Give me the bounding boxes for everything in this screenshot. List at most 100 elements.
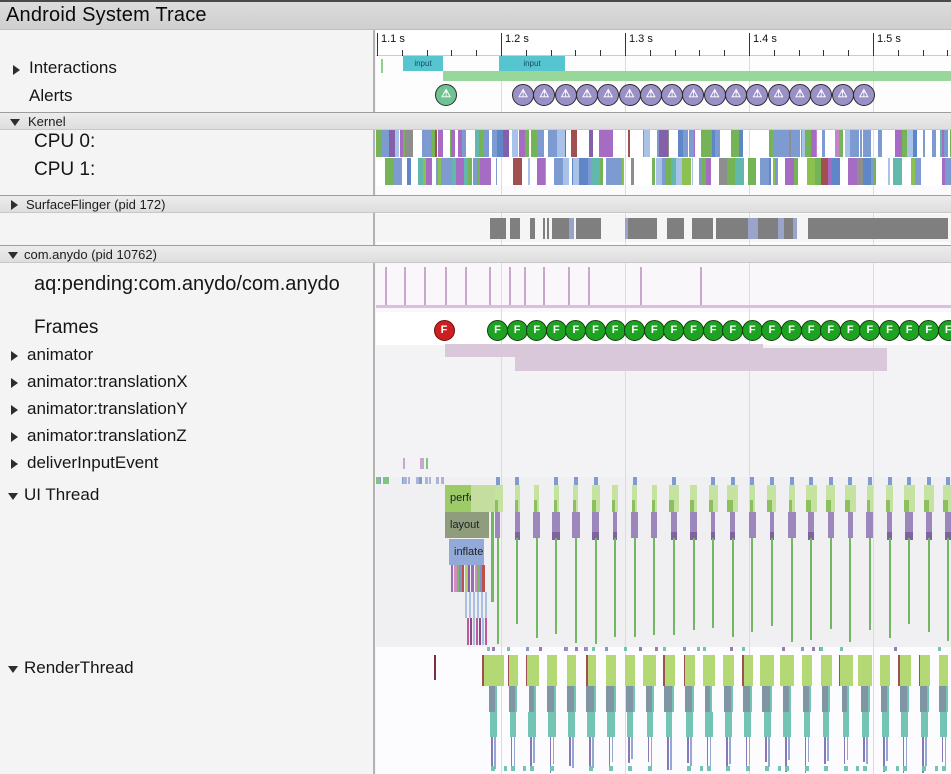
ui-stack-bottom[interactable] bbox=[482, 618, 484, 645]
cpu-slice[interactable] bbox=[860, 130, 862, 157]
cpu-slice[interactable] bbox=[735, 158, 744, 185]
cpu-slice[interactable] bbox=[525, 130, 529, 157]
cpu-slice[interactable] bbox=[760, 158, 769, 185]
cpu-slice[interactable] bbox=[565, 130, 566, 157]
cpu-slice[interactable] bbox=[895, 130, 902, 157]
rt-frame-teal[interactable] bbox=[627, 712, 633, 737]
rt-frame-teal[interactable] bbox=[843, 712, 849, 737]
ui-stack-bottom[interactable] bbox=[485, 618, 487, 645]
cpu-slice[interactable] bbox=[537, 158, 545, 185]
sf-slice[interactable] bbox=[731, 218, 739, 239]
sf-slice[interactable] bbox=[587, 218, 597, 239]
alert-badge[interactable]: ⚠ bbox=[832, 84, 854, 106]
ui-stack-col[interactable] bbox=[477, 592, 479, 618]
frame-badge[interactable]: F bbox=[899, 320, 920, 341]
sidebar-item-alerts[interactable]: Alerts bbox=[0, 86, 375, 112]
sf-slice[interactable] bbox=[569, 218, 574, 239]
alert-badge[interactable]: ⚠ bbox=[853, 84, 875, 106]
cpu-slice[interactable] bbox=[822, 130, 825, 157]
ui-frame-purple[interactable] bbox=[848, 512, 853, 538]
cpu-slice[interactable] bbox=[422, 130, 431, 157]
deliver-input-tick[interactable] bbox=[426, 458, 428, 469]
ui-stack-stripe[interactable] bbox=[451, 565, 453, 592]
cpu-slice[interactable] bbox=[628, 130, 630, 157]
aq-event-line[interactable] bbox=[700, 267, 702, 305]
cpu-slice[interactable] bbox=[888, 158, 890, 185]
sf-slice[interactable] bbox=[654, 218, 657, 239]
frame-badge[interactable]: F bbox=[526, 320, 547, 341]
aq-event-line[interactable] bbox=[404, 267, 406, 305]
cpu-slice[interactable] bbox=[816, 130, 817, 157]
frame-badge[interactable]: F bbox=[683, 320, 704, 341]
frame-badge[interactable]: F bbox=[840, 320, 861, 341]
cpu-slice[interactable] bbox=[456, 158, 464, 185]
sf-slice[interactable] bbox=[902, 218, 912, 239]
ui-stack-bottom[interactable] bbox=[479, 618, 481, 645]
cpu-slice[interactable] bbox=[599, 130, 606, 157]
rt-frame-teal[interactable] bbox=[882, 712, 889, 737]
ui-stack-bottom[interactable] bbox=[470, 618, 472, 645]
sf-slice[interactable] bbox=[832, 218, 839, 239]
rt-frame-teal[interactable] bbox=[490, 712, 497, 737]
alert-badge[interactable]: ⚠ bbox=[704, 84, 726, 106]
cpu-slice[interactable] bbox=[438, 130, 443, 157]
cpu-slice[interactable] bbox=[600, 158, 603, 185]
cpu-slice[interactable] bbox=[807, 158, 815, 185]
ui-stack-col[interactable] bbox=[465, 592, 467, 618]
ui-frame-purple[interactable] bbox=[572, 512, 580, 538]
rt-frame-teal[interactable] bbox=[940, 712, 947, 737]
cpu-slice[interactable] bbox=[694, 130, 695, 157]
cpu-slice[interactable] bbox=[451, 130, 455, 157]
sf-slice[interactable] bbox=[597, 218, 601, 239]
ui-frame-purple[interactable] bbox=[866, 512, 873, 538]
sf-slice[interactable] bbox=[748, 218, 758, 239]
frame-badge[interactable]: F bbox=[742, 320, 763, 341]
cpu-slice[interactable] bbox=[874, 158, 876, 185]
ui-frame-purple[interactable] bbox=[495, 512, 500, 538]
sf-slice[interactable] bbox=[914, 218, 922, 239]
alert-badge[interactable]: ⚠ bbox=[768, 84, 790, 106]
rt-frame-green[interactable] bbox=[723, 655, 734, 686]
rt-frame-green[interactable] bbox=[919, 655, 930, 686]
cpu-slice[interactable] bbox=[791, 130, 800, 157]
sidebar-item-deliver-input-event[interactable]: deliverInputEvent bbox=[0, 453, 375, 479]
rt-frame-teal[interactable] bbox=[744, 712, 751, 737]
cpu-slice[interactable] bbox=[405, 130, 413, 157]
sf-slice[interactable] bbox=[739, 218, 748, 239]
cpu-slice[interactable] bbox=[513, 158, 522, 185]
alert-badge[interactable]: ⚠ bbox=[725, 84, 747, 106]
cpu-slice[interactable] bbox=[682, 158, 691, 185]
cpu-slice[interactable] bbox=[782, 130, 789, 157]
sidebar-item-render-thread[interactable]: RenderThread bbox=[0, 658, 375, 684]
cpu-slice[interactable] bbox=[554, 158, 563, 185]
sf-slice[interactable] bbox=[576, 218, 583, 239]
cpu-slice[interactable] bbox=[863, 130, 871, 157]
sf-slice[interactable] bbox=[942, 218, 948, 239]
rt-frame-green[interactable] bbox=[625, 655, 635, 686]
sf-slice[interactable] bbox=[510, 218, 520, 239]
frame-badge[interactable]: F bbox=[938, 320, 951, 341]
alert-badge-green[interactable]: ⚠ bbox=[435, 84, 457, 106]
sf-slice[interactable] bbox=[711, 218, 713, 239]
rt-frame-teal[interactable] bbox=[725, 712, 732, 737]
rt-frame-green[interactable] bbox=[839, 655, 853, 686]
ui-frame-purple[interactable] bbox=[631, 512, 638, 538]
section-header-com-anydo[interactable]: com.anydo (pid 10762) bbox=[0, 245, 951, 263]
cpu-slice[interactable] bbox=[727, 158, 735, 185]
sidebar-item-cpu1[interactable]: CPU 1: bbox=[0, 159, 375, 185]
sidebar-item-frames[interactable]: Frames bbox=[0, 317, 375, 343]
ui-stack-bottom[interactable] bbox=[467, 618, 469, 645]
frame-badge[interactable]: F bbox=[663, 320, 684, 341]
rt-frame-green[interactable] bbox=[858, 655, 872, 686]
cpu-slice[interactable] bbox=[785, 158, 794, 185]
aq-event-line[interactable] bbox=[465, 267, 467, 305]
deliver-input-tick[interactable] bbox=[420, 458, 422, 469]
ui-frame-purple[interactable] bbox=[651, 512, 657, 538]
sf-slice[interactable] bbox=[860, 218, 871, 239]
alert-badge[interactable]: ⚠ bbox=[512, 84, 534, 106]
cpu-slice[interactable] bbox=[719, 158, 727, 185]
cpu-slice[interactable] bbox=[706, 158, 711, 185]
cpu-slice[interactable] bbox=[703, 130, 712, 157]
rt-frame-green[interactable] bbox=[643, 655, 656, 686]
cpu-slice[interactable] bbox=[683, 130, 688, 157]
